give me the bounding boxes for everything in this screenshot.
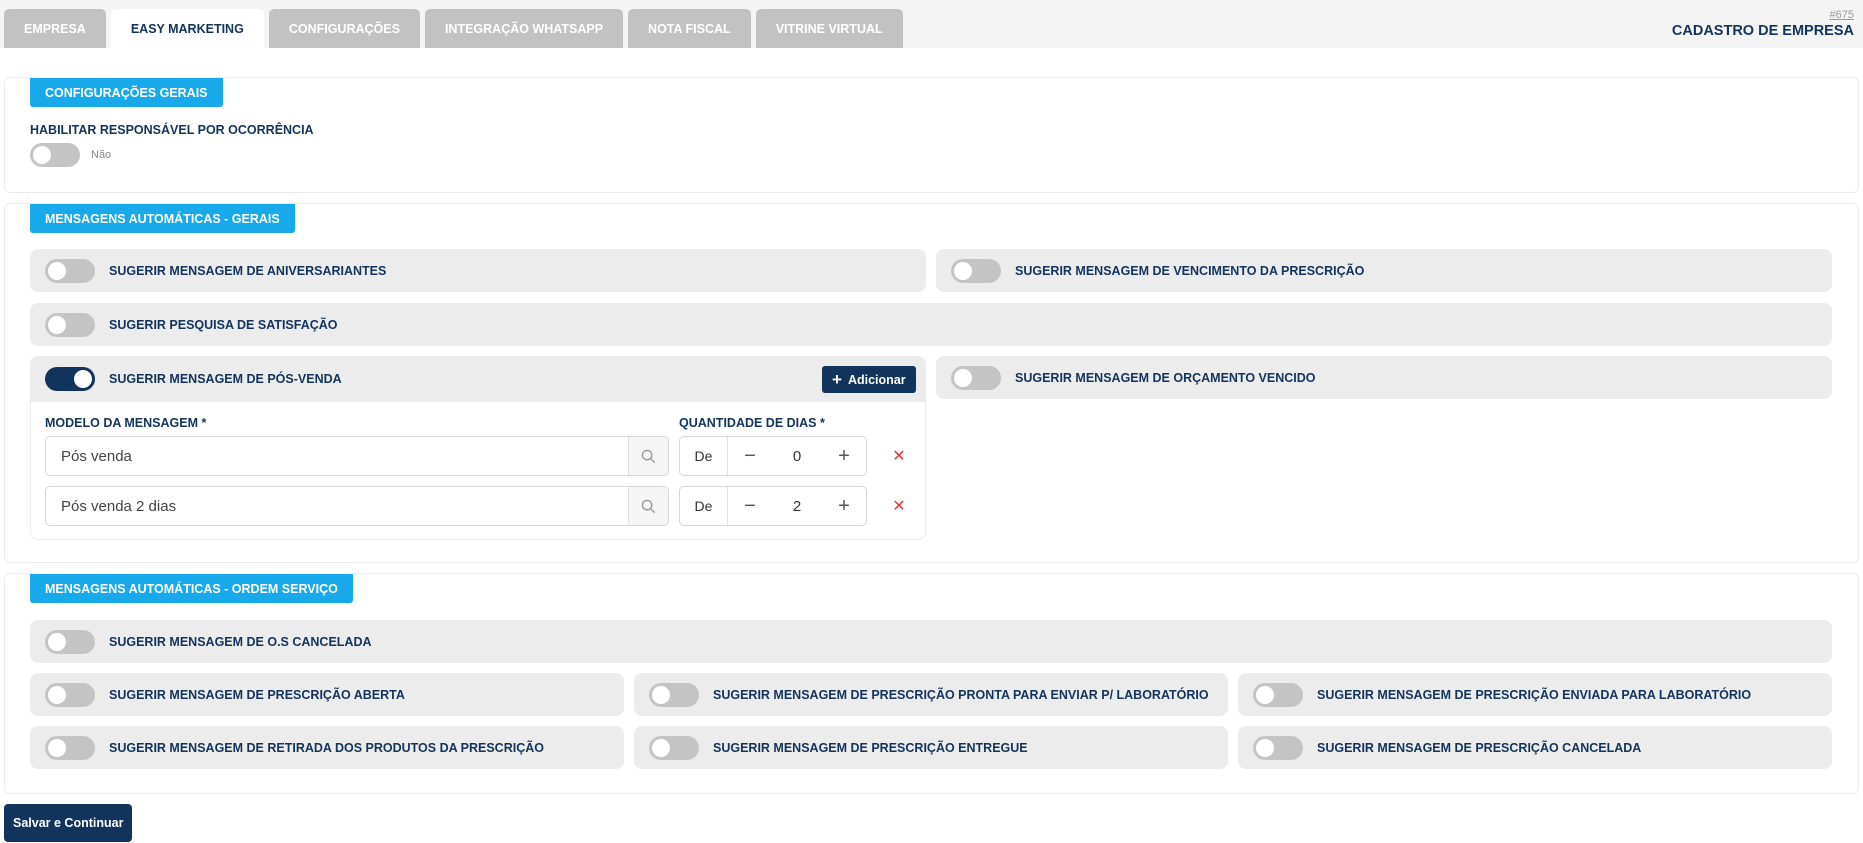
tab-empresa[interactable]: EMPRESA xyxy=(4,9,106,48)
pill-pos-venda: SUGERIR MENSAGEM DE PÓS-VENDA xyxy=(30,356,926,402)
section-config-gerais: CONFIGURAÇÕES GERAIS HABILITAR RESPONSÁV… xyxy=(4,77,1859,193)
pos-venda-label: SUGERIR MENSAGEM DE PÓS-VENDA xyxy=(109,372,342,386)
responsavel-ocorrencia-toggle[interactable] xyxy=(30,143,80,167)
section-badge-config-gerais: CONFIGURAÇÕES GERAIS xyxy=(30,78,223,107)
prescricao-entregue-toggle[interactable] xyxy=(649,735,699,760)
tab-nota-fiscal[interactable]: NOTA FISCAL xyxy=(628,9,751,48)
plus-icon: + xyxy=(832,370,842,389)
save-continue-button[interactable]: Salvar e Continuar xyxy=(4,804,133,842)
section-msg-gerais: MENSAGENS AUTOMÁTICAS - GERAIS SUGERIR M… xyxy=(4,203,1859,563)
prescricao-cancelada-label: SUGERIR MENSAGEM DE PRESCRIÇÃO CANCELADA xyxy=(1317,740,1642,755)
quantidade-dias-label: QUANTIDADE DE DIAS * xyxy=(679,416,825,430)
pill-prescricao-pronta: SUGERIR MENSAGEM DE PRESCRIÇÃO PRONTA PA… xyxy=(634,673,1228,716)
orcamento-vencido-label: SUGERIR MENSAGEM DE ORÇAMENTO VENCIDO xyxy=(1015,370,1316,385)
modelo-mensagem-value: Pós venda xyxy=(61,447,132,465)
modelo-mensagem-value: Pós venda 2 dias xyxy=(61,497,177,515)
tab-bar: EMPRESA EASY MARKETING CONFIGURAÇÕES INT… xyxy=(4,9,903,48)
pill-prescricao-enviada: SUGERIR MENSAGEM DE PRESCRIÇÃO ENVIADA P… xyxy=(1238,673,1832,716)
prescricao-pronta-label: SUGERIR MENSAGEM DE PRESCRIÇÃO PRONTA PA… xyxy=(713,687,1209,702)
remove-icon[interactable]: ✕ xyxy=(889,446,909,466)
prescricao-entregue-label: SUGERIR MENSAGEM DE PRESCRIÇÃO ENTREGUE xyxy=(713,740,1028,755)
stepper-prefix: De xyxy=(680,487,728,525)
add-button[interactable]: + Adicionar xyxy=(822,366,916,393)
prescricao-enviada-label: SUGERIR MENSAGEM DE PRESCRIÇÃO ENVIADA P… xyxy=(1317,687,1752,702)
top-bar: EMPRESA EASY MARKETING CONFIGURAÇÕES INT… xyxy=(0,0,1863,48)
tab-integracao-whatsapp[interactable]: INTEGRAÇÃO WHATSAPP xyxy=(424,9,624,48)
pos-venda-toggle[interactable] xyxy=(45,367,95,391)
responsavel-ocorrencia-label: HABILITAR RESPONSÁVEL POR OCORRÊNCIA xyxy=(30,123,314,137)
minus-icon[interactable]: − xyxy=(728,487,772,525)
quantidade-dias-stepper: De − 0 + xyxy=(679,436,867,476)
orcamento-vencido-toggle[interactable] xyxy=(951,365,1001,390)
section-badge-msg-gerais: MENSAGENS AUTOMÁTICAS - GERAIS xyxy=(30,204,295,233)
section-badge-msg-os: MENSAGENS AUTOMÁTICAS - ORDEM SERVIÇO xyxy=(30,574,353,603)
pill-prescricao-cancelada: SUGERIR MENSAGEM DE PRESCRIÇÃO CANCELADA xyxy=(1238,726,1832,769)
pill-orcamento-vencido: SUGERIR MENSAGEM DE ORÇAMENTO VENCIDO xyxy=(936,356,1832,399)
modelo-mensagem-field[interactable]: Pós venda xyxy=(45,436,669,476)
prescricao-enviada-toggle[interactable] xyxy=(1253,682,1303,707)
minus-icon[interactable]: − xyxy=(728,437,772,475)
remove-icon[interactable]: ✕ xyxy=(889,496,909,516)
retirada-produtos-label: SUGERIR MENSAGEM DE RETIRADA DOS PRODUTO… xyxy=(109,740,544,755)
plus-icon[interactable]: + xyxy=(822,487,866,525)
section-msg-os: MENSAGENS AUTOMÁTICAS - ORDEM SERVIÇO SU… xyxy=(4,573,1859,794)
responsavel-ocorrencia-state: Não xyxy=(91,149,112,161)
os-cancelada-toggle[interactable] xyxy=(45,629,95,654)
prescricao-cancelada-toggle[interactable] xyxy=(1253,735,1303,760)
quantidade-dias-stepper: De − 2 + xyxy=(679,486,867,526)
tab-vitrine-virtual[interactable]: VITRINE VIRTUAL xyxy=(755,9,903,48)
pill-retirada-produtos: SUGERIR MENSAGEM DE RETIRADA DOS PRODUTO… xyxy=(30,726,624,769)
prescricao-aberta-label: SUGERIR MENSAGEM DE PRESCRIÇÃO ABERTA xyxy=(109,687,405,702)
prescricao-aberta-toggle[interactable] xyxy=(45,682,95,707)
record-id-link[interactable]: #675 xyxy=(1830,9,1854,21)
pill-aniversariantes: SUGERIR MENSAGEM DE ANIVERSARIANTES xyxy=(30,249,926,292)
prescricao-pronta-toggle[interactable] xyxy=(649,682,699,707)
quantidade-dias-value[interactable]: 0 xyxy=(772,448,822,465)
pill-prescricao-aberta: SUGERIR MENSAGEM DE PRESCRIÇÃO ABERTA xyxy=(30,673,624,716)
os-cancelada-label: SUGERIR MENSAGEM DE O.S CANCELADA xyxy=(109,634,372,649)
pos-venda-panel: SUGERIR MENSAGEM DE PÓS-VENDA + Adiciona… xyxy=(30,356,926,540)
search-icon[interactable] xyxy=(628,487,668,525)
retirada-produtos-toggle[interactable] xyxy=(45,735,95,760)
pesquisa-satisfacao-toggle[interactable] xyxy=(45,312,95,337)
pill-vencimento-prescricao: SUGERIR MENSAGEM DE VENCIMENTO DA PRESCR… xyxy=(936,249,1832,292)
page-title: CADASTRO DE EMPRESA xyxy=(1671,23,1854,39)
vencimento-prescricao-toggle[interactable] xyxy=(951,258,1001,283)
aniversariantes-label: SUGERIR MENSAGEM DE ANIVERSARIANTES xyxy=(109,263,387,278)
pill-pesquisa-satisfacao: SUGERIR PESQUISA DE SATISFAÇÃO xyxy=(30,303,1832,346)
modelo-mensagem-field[interactable]: Pós venda 2 dias xyxy=(45,486,669,526)
modelo-mensagem-label: MODELO DA MENSAGEM * xyxy=(45,416,207,430)
pill-os-cancelada: SUGERIR MENSAGEM DE O.S CANCELADA xyxy=(30,620,1832,663)
quantidade-dias-value[interactable]: 2 xyxy=(772,498,822,515)
pill-prescricao-entregue: SUGERIR MENSAGEM DE PRESCRIÇÃO ENTREGUE xyxy=(634,726,1228,769)
add-button-label: Adicionar xyxy=(847,372,906,387)
aniversariantes-toggle[interactable] xyxy=(45,258,95,283)
tab-easy-marketing[interactable]: EASY MARKETING xyxy=(110,9,264,48)
plus-icon[interactable]: + xyxy=(822,437,866,475)
tab-configuracoes[interactable]: CONFIGURAÇÕES xyxy=(268,9,420,48)
vencimento-prescricao-label: SUGERIR MENSAGEM DE VENCIMENTO DA PRESCR… xyxy=(1015,263,1365,278)
pesquisa-satisfacao-label: SUGERIR PESQUISA DE SATISFAÇÃO xyxy=(109,317,338,332)
search-icon[interactable] xyxy=(628,437,668,475)
stepper-prefix: De xyxy=(680,437,728,475)
